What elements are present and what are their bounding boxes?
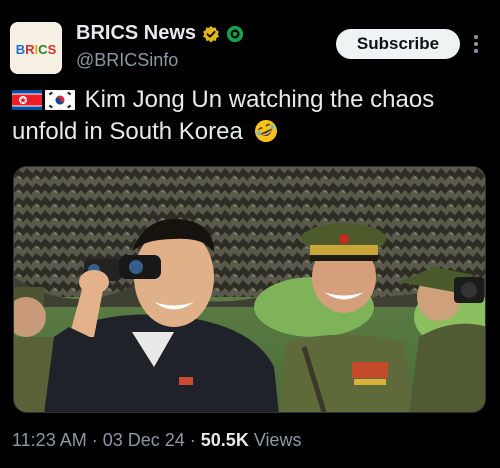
account-handle[interactable]: @BRICSinfo — [76, 50, 178, 71]
display-name[interactable]: BRICS News — [76, 22, 196, 45]
north-korea-flag-icon — [12, 90, 42, 110]
rolling-on-floor-laughing-icon — [254, 120, 277, 142]
south-korea-flag-icon — [45, 90, 75, 110]
brics-logo: BRICS — [10, 22, 62, 74]
post-card: BRICS BRICS News @BRICSinfo Subscribe Ki… — [0, 0, 500, 468]
post-text-line-1-text: Kim Jong Un watching the chaos — [84, 86, 435, 113]
more-vertical-icon[interactable] — [466, 30, 486, 58]
post-text: Kim Jong Un watching the chaos unfold in… — [12, 84, 482, 148]
meta-separator-2: · — [189, 430, 196, 450]
post-text-line-2-text: unfold in South Korea — [12, 118, 243, 145]
meta-separator: · — [91, 430, 98, 450]
post-time[interactable]: 11:23 AM — [12, 430, 87, 451]
post-meta: 11:23 AM · 03 Dec 24 · 50.5K Views — [12, 430, 302, 451]
verified-gold-icon — [203, 25, 219, 42]
subscribe-button[interactable]: Subscribe — [336, 29, 460, 59]
post-photo[interactable] — [13, 166, 486, 413]
post-text-line-1: Kim Jong Un watching the chaos — [12, 84, 482, 116]
name-row: BRICS News — [76, 22, 244, 45]
views-count[interactable]: 50.5K — [201, 430, 249, 451]
views-label: Views — [253, 430, 302, 450]
affiliate-badge-icon — [226, 25, 244, 42]
post-date[interactable]: 03 Dec 24 — [103, 430, 185, 451]
photo-illustration — [14, 167, 485, 412]
post-text-line-2: unfold in South Korea — [12, 116, 482, 148]
svg-text:BRICS: BRICS — [16, 42, 57, 57]
account-avatar[interactable]: BRICS — [10, 22, 62, 74]
